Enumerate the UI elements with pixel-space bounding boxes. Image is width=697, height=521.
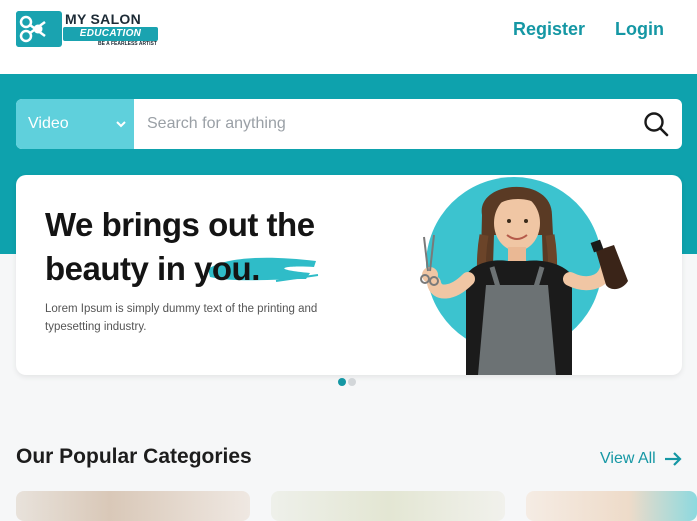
view-all-link[interactable]: View All bbox=[600, 450, 682, 468]
slider-dot-2[interactable] bbox=[348, 378, 356, 386]
category-card[interactable] bbox=[271, 491, 505, 521]
logo-title: MY SALON bbox=[65, 11, 142, 27]
banner-headline-line2: beauty in you. bbox=[45, 250, 260, 287]
search-type-select[interactable]: Video bbox=[16, 99, 134, 149]
slider-dot-1[interactable] bbox=[338, 378, 346, 386]
logo-subtitle: EDUCATION bbox=[63, 27, 158, 41]
search-bar: Video bbox=[16, 99, 682, 149]
hairstylist-image bbox=[420, 177, 628, 375]
banner-headline: We brings out the beauty in you. bbox=[45, 203, 315, 291]
banner-headline-line1: We brings out the bbox=[45, 206, 315, 243]
search-input[interactable] bbox=[134, 99, 634, 149]
arrow-right-icon bbox=[665, 452, 682, 466]
search-icon[interactable] bbox=[642, 110, 670, 138]
search-type-label: Video bbox=[28, 115, 69, 132]
site-logo[interactable]: MY SALON EDUCATION BE A FEARLESS ARTIST bbox=[16, 11, 158, 49]
scissors-camera-icon bbox=[16, 11, 62, 47]
view-all-label: View All bbox=[600, 450, 656, 467]
chevron-down-icon bbox=[116, 121, 126, 128]
category-card[interactable] bbox=[526, 491, 697, 521]
logo-tagline: BE A FEARLESS ARTIST bbox=[98, 41, 157, 47]
login-link[interactable]: Login bbox=[615, 19, 664, 40]
top-header: MY SALON EDUCATION BE A FEARLESS ARTIST … bbox=[0, 0, 697, 74]
slider-dots bbox=[338, 373, 358, 386]
register-link[interactable]: Register bbox=[513, 19, 585, 40]
categories-title: Our Popular Categories bbox=[16, 445, 252, 468]
hero-banner[interactable]: We brings out the beauty in you. Lorem I… bbox=[16, 175, 682, 375]
banner-description: Lorem Ipsum is simply dummy text of the … bbox=[45, 303, 318, 333]
category-card[interactable] bbox=[16, 491, 250, 521]
